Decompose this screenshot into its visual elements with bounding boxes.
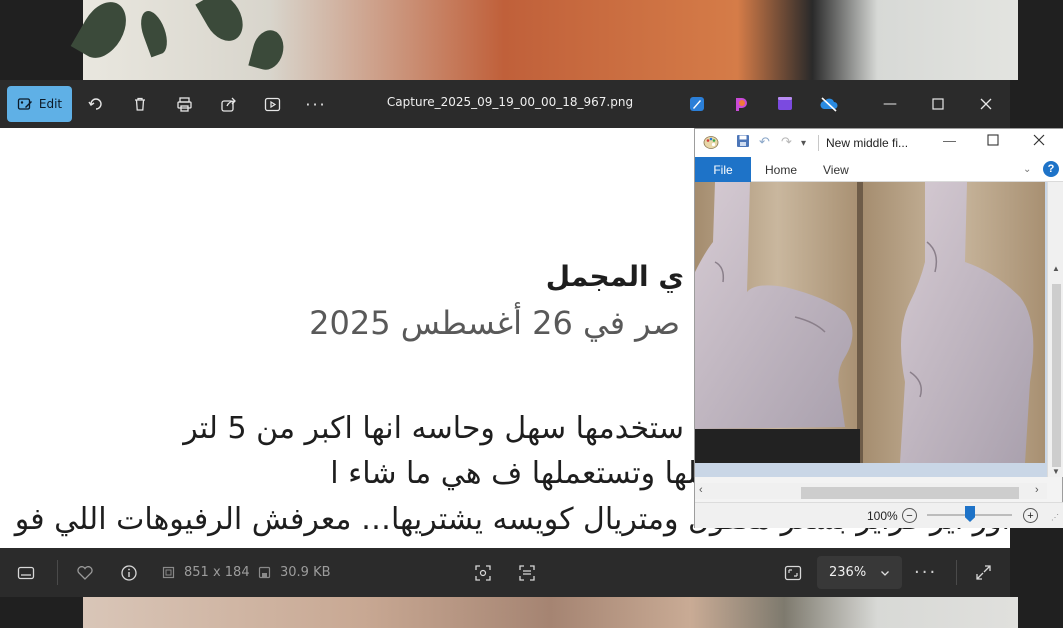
edit-image-icon [17,98,32,110]
info-button[interactable] [120,548,138,597]
info-icon [121,564,137,581]
status-more-button[interactable]: ··· [914,548,937,597]
edit-button[interactable]: Edit [7,86,72,122]
share-icon [220,97,236,112]
onedrive-button[interactable] [813,88,845,120]
paint-help-button[interactable]: ? [1043,161,1059,177]
play-icon [264,97,280,111]
zoom-out-button[interactable]: − [902,508,917,523]
viewer-status-bar: 851 x 184 30.9 KB 236% ··· [0,548,1010,597]
save-icon[interactable] [736,134,750,151]
maximize-icon [932,98,944,110]
background-photo-top [70,0,1018,80]
rotate-button[interactable] [80,88,112,120]
paint-home-tab[interactable]: Home [765,163,797,177]
paint-minimize-button[interactable]: — [943,133,956,148]
app-launcher-clipchamp[interactable] [725,88,757,120]
minimize-button[interactable]: — [878,92,902,116]
heart-icon [77,565,93,580]
share-button[interactable] [212,88,244,120]
paint-image [695,182,1045,463]
video-editor-icon [778,97,792,110]
image-dimensions: 851 x 184 [162,548,250,597]
scroll-up-icon[interactable]: ▲ [1052,264,1060,273]
fullscreen-icon [976,565,991,580]
crop-zoom-button[interactable] [474,548,492,597]
more-options-button[interactable]: ··· [300,88,332,120]
paint-close-button[interactable] [1033,134,1045,149]
redo-icon[interactable]: ↷ [781,134,792,150]
favorite-button[interactable] [76,548,94,597]
focus-frame-icon [475,564,491,581]
paint-title: New middle fi... [826,136,909,150]
more-icon: ··· [914,562,938,583]
paint-app-icon [690,97,704,111]
undo-icon[interactable]: ↶ [759,134,770,150]
fit-to-window-button[interactable] [784,548,802,597]
filmstrip-button[interactable] [17,548,35,597]
divider [57,560,58,585]
app-launcher-video[interactable] [769,88,801,120]
paint-view-tab[interactable]: View [823,163,849,177]
zoom-in-button[interactable]: + [1023,508,1038,523]
paint-window: ↶ ↷ ▾ New middle fi... — File Home View … [694,128,1063,528]
resize-grip-icon[interactable]: ⋰ [1051,513,1059,522]
print-button[interactable] [168,88,200,120]
paint-maximize-button[interactable] [987,134,999,149]
viewer-toolbar: Edit ··· Capture_2025_09_19_00_00_18_967… [0,80,1010,128]
minimize-icon: — [883,96,897,112]
rotate-icon [88,98,102,110]
trash-icon [135,97,145,111]
paint-ribbon: File Home View ⌄ ? [695,157,1063,182]
doc-line-1: ستخدمها سهل وحاسه انها اكبر من 5 لتر [183,411,684,446]
zoom-dropdown[interactable]: 236% [817,556,902,589]
chevron-down-icon [881,570,889,576]
vertical-scroll-thumb[interactable] [1052,284,1061,467]
divider [956,560,957,585]
printer-icon [176,96,192,112]
paint-horizontal-scrollbar[interactable]: ‹ › [695,483,1047,499]
paint-status-bar: 100% − + ⋰ [695,502,1063,528]
paint-canvas-area[interactable] [695,182,1047,477]
paint-file-tab[interactable]: File [695,157,751,182]
doc-date-line: صر في 26 أغسطس 2025 [309,304,680,342]
file-name: Capture_2025_09_19_00_00_18_967.png [386,95,634,109]
fit-screen-icon [784,565,802,580]
paint-title-bar: ↶ ↷ ▾ New middle fi... — [695,129,1063,157]
filmstrip-icon [17,566,35,579]
scroll-left-icon[interactable]: ‹ [699,484,703,496]
cloud-off-icon [820,97,838,112]
paint-palette-icon [703,134,719,153]
close-icon [980,98,992,110]
fullscreen-button[interactable] [975,548,992,597]
paint-vertical-scrollbar[interactable]: ▲ ▼ [1047,182,1063,477]
doc-heading: ي المجمل [545,260,684,293]
zoom-value: 236% [829,565,867,580]
text-extract-button[interactable] [518,548,536,597]
horizontal-scroll-thumb[interactable] [801,487,1019,499]
background-photo-bottom [83,597,1018,628]
ribbon-collapse-chevron-icon[interactable]: ⌄ [1023,164,1031,175]
scroll-right-icon[interactable]: › [1035,484,1039,496]
close-button[interactable] [974,92,998,116]
maximize-button[interactable] [926,92,950,116]
paint-zoom-value: 100% [867,509,898,523]
zoom-slider-thumb[interactable] [965,506,975,522]
desktop: Edit ··· Capture_2025_09_19_00_00_18_967… [0,0,1063,628]
quick-access-dropdown-icon[interactable]: ▾ [801,138,806,149]
more-icon: ··· [305,94,327,114]
divider [818,135,819,151]
scan-text-icon [519,564,535,581]
app-launcher-paint[interactable] [681,88,713,120]
edit-label: Edit [38,97,63,111]
resolution-icon [162,566,175,579]
slideshow-button[interactable] [256,88,288,120]
clipchamp-icon [736,98,747,111]
scroll-down-icon[interactable]: ▼ [1052,467,1060,476]
delete-button[interactable] [124,88,156,120]
file-size: 30.9 KB [258,548,331,597]
save-disk-icon [258,566,271,579]
